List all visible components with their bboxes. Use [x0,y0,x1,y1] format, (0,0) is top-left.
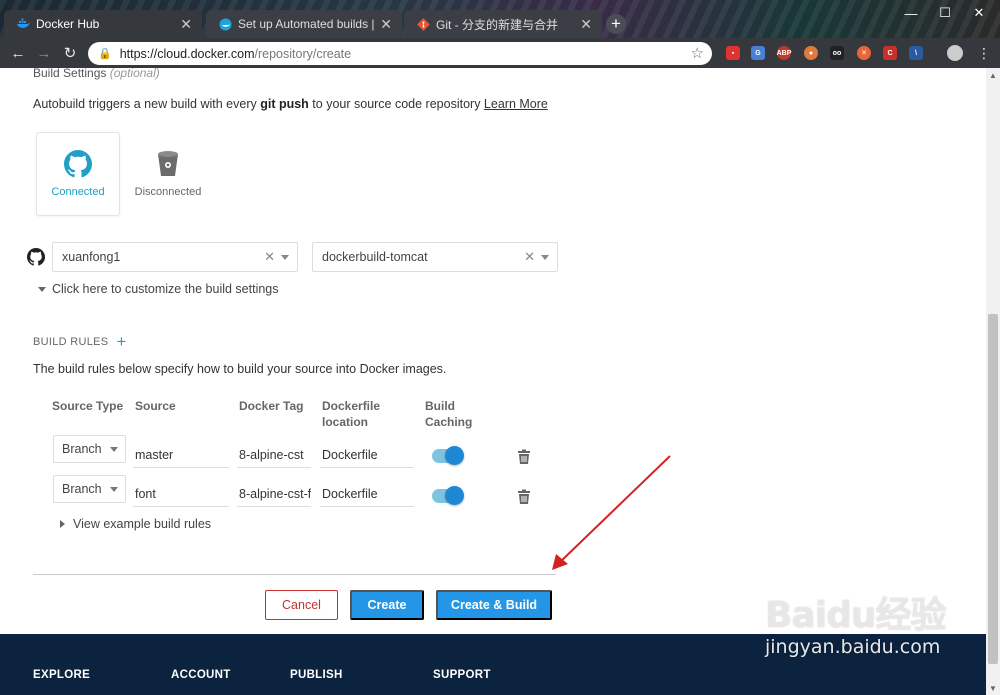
extension-x-icon[interactable]: ✕ [857,46,871,60]
tab-title: Set up Automated builds | Do [238,17,375,31]
repository-select[interactable]: dockerbuild-tomcat ✕ [312,242,558,272]
cancel-button[interactable]: Cancel [265,590,338,620]
window-close-icon[interactable]: ✕ [962,0,996,26]
source-input[interactable]: master [133,442,229,468]
footer-publish: PUBLISH [290,669,343,681]
docker-tag-input[interactable]: 8-alpine-cst-font [237,481,311,507]
annotation-arrow [552,455,671,570]
source-type-select[interactable]: Branch [53,435,126,463]
github-icon [64,150,92,178]
clear-icon[interactable]: ✕ [264,249,275,265]
chevron-down-icon [110,487,118,492]
baidu-watermark: Baidu经验 jingyan.baidu.com [765,595,946,658]
lock-icon: 🔒 [98,48,112,60]
column-source-type: Source Type [52,399,124,413]
extension-owl-icon[interactable]: oo [830,46,844,60]
add-rule-button[interactable]: + [116,333,126,350]
tab-title: Git - 分支的新建与合并 [436,17,558,32]
github-icon [27,248,45,271]
bitbucket-icon [158,151,178,176]
maximize-icon[interactable]: ☐ [928,0,962,26]
extension-mail-icon[interactable]: ▪ [726,46,740,60]
reload-icon[interactable]: ↻ [60,44,80,62]
trash-icon[interactable] [517,449,531,470]
url-path: /repository/create [254,46,352,61]
browser-toolbar: ← → ↻ 🔒 https://cloud.docker.com/reposit… [0,38,1000,68]
dockerfile-location-input[interactable]: Dockerfile [320,442,414,468]
chevron-down-icon [281,255,289,260]
page-content: Build Settings (optional) Autobuild trig… [0,68,986,695]
toggle-knob [445,446,464,465]
page-scrollbar[interactable]: ▲ ▼ [986,68,1000,695]
footer-support: SUPPORT [433,669,491,681]
minimize-icon[interactable]: — [894,0,928,26]
github-status: Connected [51,186,105,198]
browser-menu-icon[interactable]: ⋮ [974,44,994,62]
dockerfile-location-input[interactable]: Dockerfile [320,481,414,507]
docker-whale-icon [16,17,30,31]
extension-abp-icon[interactable]: ABP [777,46,791,60]
tab-git[interactable]: Git - 分支的新建与合并 ✕ [404,10,602,38]
build-rules-heading: BUILD RULES + [33,332,127,351]
organization-select[interactable]: xuanfong1 ✕ [52,242,298,272]
extension-v-icon[interactable]: \ [909,46,923,60]
scrollbar-thumb[interactable] [988,314,998,664]
chevron-down-icon [110,447,118,452]
bitbucket-status: Disconnected [134,186,202,198]
column-build-caching: Build Caching [425,399,473,429]
scroll-up-icon[interactable]: ▲ [986,68,1000,82]
autobuild-description: Autobuild triggers a new build with ever… [33,97,548,111]
build-caching-toggle[interactable] [432,486,464,505]
tab-docker-hub[interactable]: Docker Hub ✕ [4,10,202,38]
close-icon[interactable]: ✕ [380,16,392,33]
learn-more-link[interactable]: Learn More [484,97,548,111]
address-bar[interactable]: 🔒 https://cloud.docker.com/repository/cr… [88,42,712,65]
forward-arrow-icon[interactable]: → [34,44,54,62]
browser-tab-strip: Docker Hub ✕ Set up Automated builds | D… [0,0,1000,38]
footer-explore: EXPLORE [33,669,91,681]
chevron-down-icon [541,255,549,260]
build-settings-title: Build Settings (optional) [33,68,160,80]
new-tab-button[interactable]: + [606,14,626,34]
view-example-build-rules[interactable]: View example build rules [60,517,211,531]
profile-avatar[interactable] [947,45,963,61]
extension-orange-icon[interactable]: ● [804,46,818,60]
column-dockerfile-location: Dockerfile location [322,399,381,429]
close-icon[interactable]: ✕ [580,16,592,33]
column-source: Source [135,399,176,413]
close-icon[interactable]: ✕ [180,16,192,33]
source-input[interactable]: font [133,481,229,507]
column-docker-tag: Docker Tag [239,399,304,413]
create-and-build-button[interactable]: Create & Build [436,590,552,620]
trash-icon[interactable] [517,489,531,510]
extension-csdn-icon[interactable]: C [883,46,897,60]
footer-account: ACCOUNT [171,669,231,681]
caret-down-icon [38,286,46,292]
build-caching-toggle[interactable] [432,446,464,465]
docker-tag-input[interactable]: 8-alpine-cst [237,442,311,468]
tab-automated-builds[interactable]: Set up Automated builds | Do ✕ [206,10,402,38]
bookmark-star-icon[interactable]: ☆ [691,44,704,62]
git-icon [416,17,430,31]
caret-right-icon [60,520,65,528]
divider [33,574,556,575]
bitbucket-provider-card[interactable]: Disconnected [126,132,210,216]
clear-icon[interactable]: ✕ [524,249,535,265]
docker-docs-icon [218,17,232,31]
source-type-select[interactable]: Branch [53,475,126,503]
back-arrow-icon[interactable]: ← [8,44,28,62]
github-provider-card[interactable]: Connected [36,132,120,216]
toggle-knob [445,486,464,505]
extension-translate-icon[interactable]: G [751,46,765,60]
url-host: https://cloud.docker.com [119,46,255,61]
create-button[interactable]: Create [350,590,424,620]
tab-title: Docker Hub [36,17,100,31]
customize-build-settings-toggle[interactable]: Click here to customize the build settin… [38,282,279,296]
build-rules-description: The build rules below specify how to bui… [33,362,447,376]
scroll-down-icon[interactable]: ▼ [986,681,1000,695]
